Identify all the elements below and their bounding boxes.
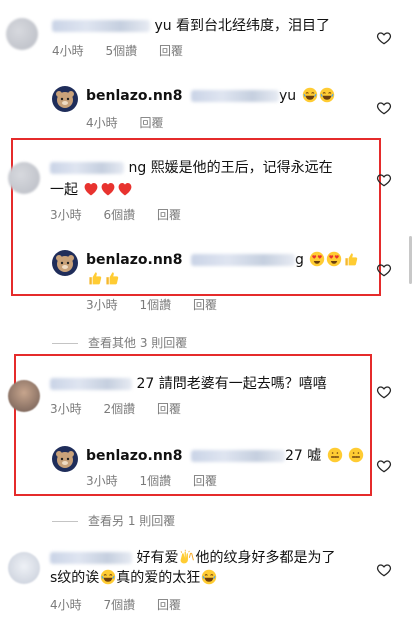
reply-text: benlazo.nn8 27 嘘 [86,444,364,468]
heart-outline-icon[interactable] [376,262,392,278]
username[interactable]: benlazo.nn8 [86,252,183,268]
divider [52,343,78,344]
thumbs-up-emoji-icon [87,270,103,286]
comment-text: ng 熙媛是他的王后，记得永远在 [50,156,333,180]
avatar[interactable] [52,250,78,276]
view-more-replies[interactable]: 查看其他 3 則回覆 [52,334,187,351]
laughing-emoji-icon [302,87,318,103]
laughing-emoji-icon [201,569,217,585]
red-heart-emoji-icon [100,181,116,197]
scrollbar[interactable] [409,236,412,284]
likes-count[interactable]: 1個讚 [139,474,171,488]
zipper-mouth-emoji-icon [348,447,364,463]
reply-button[interactable]: 回覆 [157,402,181,416]
commenter-avatar[interactable] [8,162,40,194]
username[interactable]: benlazo.nn8 [86,88,183,104]
reply-button[interactable]: 回覆 [193,298,217,312]
comment-text: yu 看到台北经纬度，泪目了 [52,14,330,38]
commenter-avatar[interactable] [8,380,40,412]
heart-outline-icon[interactable] [376,458,392,474]
comment-text-line2: 一起 [50,178,133,202]
likes-count[interactable]: 7個讚 [103,598,135,612]
avatar[interactable] [52,86,78,112]
reply-meta: 3小時 1個讚 回覆 [86,472,235,489]
timestamp: 4小時 [50,598,82,612]
zipper-mouth-emoji-icon [327,447,343,463]
timestamp: 4小時 [52,44,84,58]
blurred-username[interactable] [50,162,124,174]
comment-meta: 3小時 6個讚 回覆 [50,206,199,223]
heart-outline-icon[interactable] [376,30,392,46]
laughing-emoji-icon [100,569,116,585]
reply-button[interactable]: 回覆 [139,116,163,130]
divider [52,521,78,522]
comment-meta: 4小時 7個讚 回覆 [50,596,199,613]
blurred-username[interactable] [50,552,132,564]
mention-link[interactable] [190,254,295,266]
reply-meta: 3小時 1個讚 回覆 [86,296,235,313]
likes-count[interactable]: 1個讚 [139,298,171,312]
heart-eyes-emoji-icon [326,251,342,267]
timestamp: 3小時 [86,298,118,312]
blurred-username[interactable] [50,378,132,390]
likes-count[interactable]: 2個讚 [103,402,135,416]
commenter-avatar[interactable] [8,552,40,584]
comment-meta: 3小時 2個讚 回覆 [50,400,199,417]
reply-text-line2 [86,268,120,287]
commenter-avatar[interactable] [6,18,38,50]
timestamp: 3小時 [50,208,82,222]
reply-button[interactable]: 回覆 [193,474,217,488]
thumbs-up-emoji-icon [104,270,120,286]
red-heart-emoji-icon [117,181,133,197]
red-heart-emoji-icon [83,181,99,197]
heart-eyes-emoji-icon [309,251,325,267]
heart-outline-icon[interactable] [376,562,392,578]
reply-text: benlazo.nn8 yu [86,84,335,108]
reply-button[interactable]: 回覆 [157,208,181,222]
view-more-replies[interactable]: 查看另 1 則回覆 [52,512,175,529]
laughing-emoji-icon [319,87,335,103]
mention-link[interactable] [190,90,279,102]
comment-text: 27 請問老婆有一起去嗎？嘻嘻 [50,372,327,396]
reply-button[interactable]: 回覆 [159,44,183,58]
reply-meta: 4小時 回覆 [86,114,181,131]
heart-outline-icon[interactable] [376,384,392,400]
reply-button[interactable]: 回覆 [157,598,181,612]
reply-text: benlazo.nn8 g [86,248,359,272]
raising-hands-emoji-icon [179,549,195,565]
likes-count[interactable]: 6個讚 [103,208,135,222]
username[interactable]: benlazo.nn8 [86,448,183,464]
heart-outline-icon[interactable] [376,100,392,116]
likes-count[interactable]: 5個讚 [105,44,137,58]
heart-outline-icon[interactable] [376,172,392,188]
comment-meta: 4小時 5個讚 回覆 [52,42,201,59]
mention-link[interactable] [190,450,285,462]
thumbs-up-emoji-icon [343,251,359,267]
timestamp: 3小時 [86,474,118,488]
timestamp: 3小時 [50,402,82,416]
avatar[interactable] [52,446,78,472]
blurred-username[interactable] [52,20,150,32]
comment-text-line2: s纹的诶 真的爱的太狂 [50,566,217,590]
timestamp: 4小時 [86,116,118,130]
